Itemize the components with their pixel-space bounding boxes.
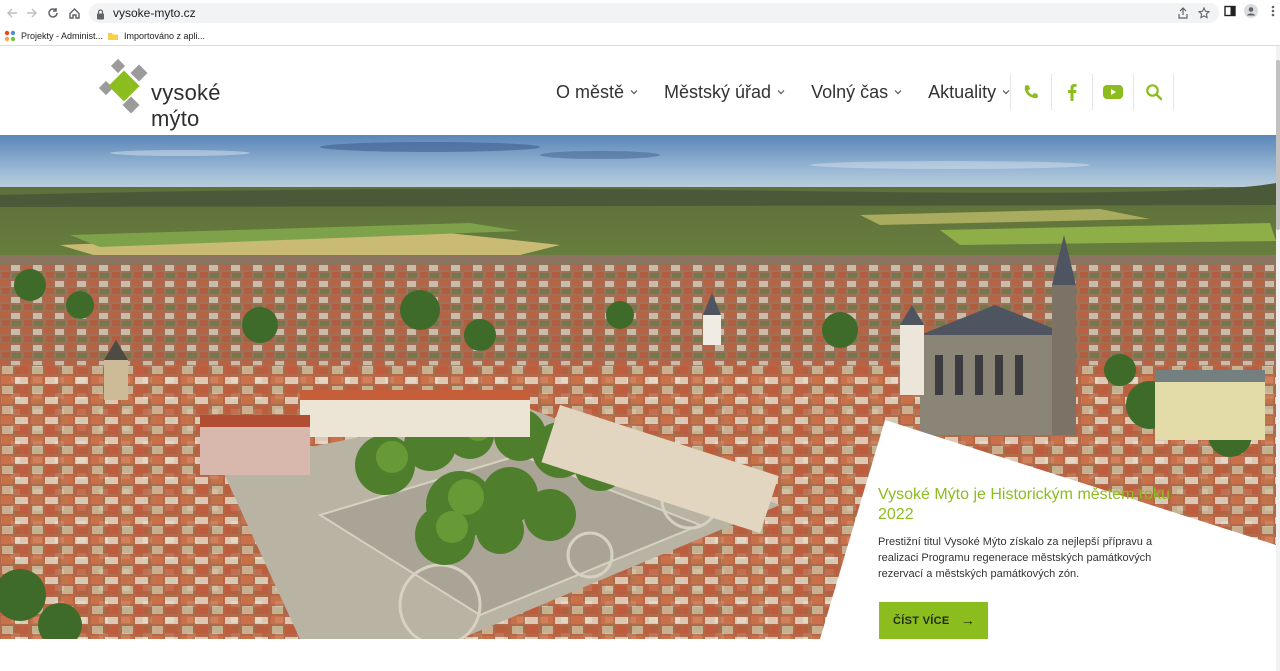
home-icon[interactable] bbox=[65, 4, 83, 22]
nav-item-volny-cas[interactable]: Volný čas bbox=[811, 82, 902, 103]
chevron-down-icon bbox=[894, 87, 902, 98]
chevron-down-icon bbox=[777, 87, 785, 98]
bookmark-projekty[interactable]: Projekty - Administ... bbox=[4, 29, 103, 43]
browser-chrome: vysoke-myto.cz Projekty - Administ... Im… bbox=[0, 0, 1280, 46]
site-logo[interactable]: vysoké mýto bbox=[97, 57, 267, 131]
nav-label: Aktuality bbox=[928, 81, 997, 102]
main-navigation: O městě Městský úřad Volný čas Aktuality bbox=[556, 80, 1036, 104]
logo-text: vysoké mýto bbox=[151, 80, 221, 131]
header-icon-bar bbox=[1010, 74, 1174, 110]
nav-item-o-meste[interactable]: O městě bbox=[556, 82, 638, 103]
bookmark-importovano[interactable]: Importováno z apli... bbox=[107, 29, 205, 43]
menu-dots-icon[interactable] bbox=[1266, 5, 1280, 19]
hero-text-block: Vysoké Mýto je Historickým městem roku 2… bbox=[878, 485, 1178, 582]
share-icon[interactable] bbox=[1176, 7, 1190, 21]
nav-label: O městě bbox=[556, 81, 625, 102]
scrollbar-thumb[interactable] bbox=[1276, 60, 1280, 230]
url-text: vysoke-myto.cz bbox=[113, 6, 196, 20]
page-below-hero bbox=[0, 639, 1276, 671]
lock-icon bbox=[96, 7, 105, 25]
nav-label: Městský úřad bbox=[664, 81, 772, 102]
logo-mark-icon bbox=[98, 58, 148, 114]
bookmark-label: Projekty - Administ... bbox=[21, 31, 104, 41]
joomla-icon bbox=[4, 30, 16, 42]
side-panel-icon[interactable] bbox=[1223, 5, 1237, 19]
back-icon[interactable] bbox=[3, 4, 21, 22]
facebook-icon[interactable] bbox=[1051, 74, 1092, 110]
chevron-down-icon bbox=[630, 87, 638, 98]
folder-icon bbox=[107, 30, 119, 42]
hero-section: Vysoké Mýto je Historickým městem roku 2… bbox=[0, 135, 1276, 639]
phone-icon[interactable] bbox=[1010, 74, 1051, 110]
read-more-label: ČÍST VÍCE bbox=[893, 614, 950, 627]
hero-description: Prestižní titul Vysoké Mýto získalo za n… bbox=[878, 536, 1153, 580]
star-icon[interactable] bbox=[1197, 6, 1211, 21]
browser-toolbar: vysoke-myto.cz bbox=[0, 0, 1280, 26]
read-more-button[interactable]: ČÍST VÍCE → bbox=[879, 602, 988, 639]
address-bar[interactable]: vysoke-myto.cz bbox=[89, 3, 1219, 23]
site-header: vysoké mýto O městě Městský úřad Volný č… bbox=[0, 46, 1280, 135]
bookmarks-bar: Projekty - Administ... Importováno z apl… bbox=[0, 26, 1280, 46]
reload-icon[interactable] bbox=[44, 4, 62, 22]
chevron-down-icon bbox=[1002, 87, 1010, 98]
youtube-icon[interactable] bbox=[1092, 74, 1133, 110]
forward-icon[interactable] bbox=[23, 4, 41, 22]
search-icon[interactable] bbox=[1133, 74, 1174, 110]
nav-item-aktuality[interactable]: Aktuality bbox=[928, 82, 1010, 103]
bookmark-label: Importováno z apli... bbox=[124, 31, 206, 41]
nav-item-mestsky-urad[interactable]: Městský úřad bbox=[664, 82, 785, 103]
profile-avatar-icon[interactable] bbox=[1244, 4, 1258, 18]
nav-label: Volný čas bbox=[811, 81, 889, 102]
arrow-right-icon: → bbox=[960, 612, 975, 628]
hero-title[interactable]: Vysoké Mýto je Historickým městem roku 2… bbox=[878, 485, 1178, 525]
page-scrollbar[interactable] bbox=[1276, 46, 1280, 671]
